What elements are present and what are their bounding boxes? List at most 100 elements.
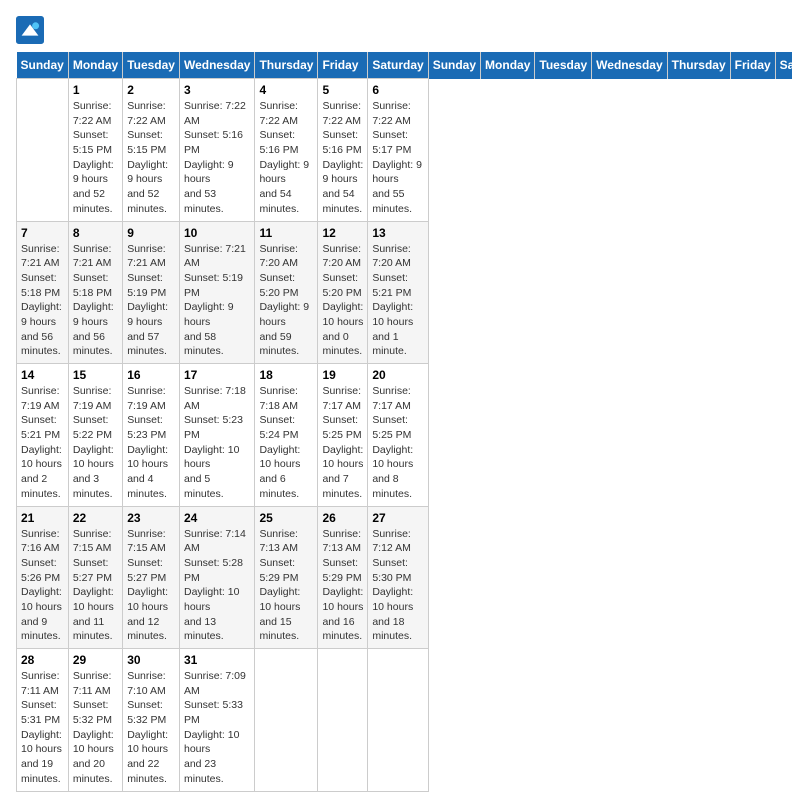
day-number: 12 <box>322 226 363 240</box>
day-info: Sunrise: 7:18 AMSunset: 5:23 PMDaylight:… <box>184 384 250 502</box>
calendar-cell: 21 Sunrise: 7:16 AMSunset: 5:26 PMDayligh… <box>17 506 69 649</box>
calendar-day-header: Monday <box>68 52 122 79</box>
day-info: Sunrise: 7:22 AMSunset: 5:16 PMDaylight:… <box>259 99 313 217</box>
calendar-cell: 9Sunrise: 7:21 AMSunset: 5:19 PMDaylight… <box>123 221 180 364</box>
logo-icon <box>16 16 44 44</box>
day-info: Sunrise: 7:09 AMSunset: 5:33 PMDaylight:… <box>184 669 250 787</box>
day-info: Sunrise: 7:13 AMSunset: 5:29 PMDaylight:… <box>259 527 313 645</box>
day-number: 11 <box>259 226 313 240</box>
day-number: 28 <box>21 653 64 667</box>
calendar-day-header: Monday <box>481 52 535 79</box>
calendar-cell: 29 Sunrise: 7:11 AMSunset: 5:32 PMDayligh… <box>68 649 122 792</box>
day-info: Sunrise: 7:16 AMSunset: 5:26 PMDaylight:… <box>21 527 64 645</box>
day-info: Sunrise: 7:19 AMSunset: 5:22 PMDaylight:… <box>73 384 118 502</box>
day-number: 18 <box>259 368 313 382</box>
calendar-day-header: Thursday <box>255 52 318 79</box>
calendar-cell: 7 Sunrise: 7:21 AMSunset: 5:18 PMDaylight… <box>17 221 69 364</box>
day-number: 31 <box>184 653 250 667</box>
calendar-day-header: Sunday <box>17 52 69 79</box>
day-info: Sunrise: 7:13 AMSunset: 5:29 PMDaylight:… <box>322 527 363 645</box>
calendar-cell: 27 Sunrise: 7:12 AMSunset: 5:30 PMDayligh… <box>368 506 428 649</box>
day-info: Sunrise: 7:22 AMSunset: 5:16 PMDaylight:… <box>184 99 250 217</box>
day-number: 16 <box>127 368 175 382</box>
day-number: 21 <box>21 511 64 525</box>
calendar-cell: 15Sunrise: 7:19 AMSunset: 5:22 PMDayligh… <box>68 364 122 507</box>
calendar-week-row: 7 Sunrise: 7:21 AMSunset: 5:18 PMDaylight… <box>17 221 792 364</box>
day-info: Sunrise: 7:17 AMSunset: 5:25 PMDaylight:… <box>372 384 423 502</box>
day-number: 30 <box>127 653 175 667</box>
calendar-table: SundayMondayTuesdayWednesdayThursdayFrid… <box>16 52 792 792</box>
calendar-week-row: 1Sunrise: 7:22 AMSunset: 5:15 PMDaylight… <box>17 79 792 222</box>
calendar-cell <box>17 79 69 222</box>
day-number: 6 <box>372 83 423 97</box>
calendar-cell: 13 Sunrise: 7:20 AMSunset: 5:21 PMDayligh… <box>368 221 428 364</box>
calendar-cell: 20 Sunrise: 7:17 AMSunset: 5:25 PMDayligh… <box>368 364 428 507</box>
calendar-cell: 24 Sunrise: 7:14 AMSunset: 5:28 PMDayligh… <box>179 506 254 649</box>
calendar-cell: 26 Sunrise: 7:13 AMSunset: 5:29 PMDayligh… <box>318 506 368 649</box>
day-info: Sunrise: 7:21 AMSunset: 5:18 PMDaylight:… <box>73 242 118 360</box>
day-info: Sunrise: 7:22 AMSunset: 5:17 PMDaylight:… <box>372 99 423 217</box>
calendar-cell <box>368 649 428 792</box>
day-number: 14 <box>21 368 64 382</box>
day-number: 3 <box>184 83 250 97</box>
calendar-week-row: 21 Sunrise: 7:16 AMSunset: 5:26 PMDayligh… <box>17 506 792 649</box>
day-number: 13 <box>372 226 423 240</box>
day-number: 25 <box>259 511 313 525</box>
calendar-cell: 23Sunrise: 7:15 AMSunset: 5:27 PMDayligh… <box>123 506 180 649</box>
calendar-cell: 28 Sunrise: 7:11 AMSunset: 5:31 PMDayligh… <box>17 649 69 792</box>
calendar-cell: 19Sunrise: 7:17 AMSunset: 5:25 PMDayligh… <box>318 364 368 507</box>
calendar-cell: 4Sunrise: 7:22 AMSunset: 5:16 PMDaylight… <box>255 79 318 222</box>
calendar-cell: 14 Sunrise: 7:19 AMSunset: 5:21 PMDayligh… <box>17 364 69 507</box>
day-number: 23 <box>127 511 175 525</box>
day-info: Sunrise: 7:12 AMSunset: 5:30 PMDaylight:… <box>372 527 423 645</box>
day-info: Sunrise: 7:21 AMSunset: 5:19 PMDaylight:… <box>127 242 175 360</box>
day-number: 7 <box>21 226 64 240</box>
day-info: Sunrise: 7:22 AMSunset: 5:15 PMDaylight:… <box>127 99 175 217</box>
day-number: 26 <box>322 511 363 525</box>
calendar-cell: 2Sunrise: 7:22 AMSunset: 5:15 PMDaylight… <box>123 79 180 222</box>
calendar-cell: 16 Sunrise: 7:19 AMSunset: 5:23 PMDayligh… <box>123 364 180 507</box>
day-number: 29 <box>73 653 118 667</box>
day-info: Sunrise: 7:20 AMSunset: 5:20 PMDaylight:… <box>322 242 363 360</box>
calendar-cell: 30 Sunrise: 7:10 AMSunset: 5:32 PMDayligh… <box>123 649 180 792</box>
day-number: 20 <box>372 368 423 382</box>
day-info: Sunrise: 7:19 AMSunset: 5:23 PMDaylight:… <box>127 384 175 502</box>
day-info: Sunrise: 7:18 AMSunset: 5:24 PMDaylight:… <box>259 384 313 502</box>
calendar-cell: 25 Sunrise: 7:13 AMSunset: 5:29 PMDayligh… <box>255 506 318 649</box>
calendar-cell: 31 Sunrise: 7:09 AMSunset: 5:33 PMDayligh… <box>179 649 254 792</box>
day-info: Sunrise: 7:11 AMSunset: 5:32 PMDaylight:… <box>73 669 118 787</box>
calendar-day-header: Thursday <box>667 52 730 79</box>
day-info: Sunrise: 7:17 AMSunset: 5:25 PMDaylight:… <box>322 384 363 502</box>
calendar-cell <box>318 649 368 792</box>
day-number: 22 <box>73 511 118 525</box>
day-number: 10 <box>184 226 250 240</box>
calendar-cell: 5Sunrise: 7:22 AMSunset: 5:16 PMDaylight… <box>318 79 368 222</box>
calendar-cell: 3 Sunrise: 7:22 AMSunset: 5:16 PMDaylight… <box>179 79 254 222</box>
calendar-cell: 12 Sunrise: 7:20 AMSunset: 5:20 PMDayligh… <box>318 221 368 364</box>
calendar-day-header: Tuesday <box>535 52 592 79</box>
calendar-cell: 18 Sunrise: 7:18 AMSunset: 5:24 PMDayligh… <box>255 364 318 507</box>
logo <box>16 16 48 44</box>
calendar-cell: 8 Sunrise: 7:21 AMSunset: 5:18 PMDaylight… <box>68 221 122 364</box>
day-info: Sunrise: 7:10 AMSunset: 5:32 PMDaylight:… <box>127 669 175 787</box>
day-info: Sunrise: 7:21 AMSunset: 5:18 PMDaylight:… <box>21 242 64 360</box>
calendar-day-header: Wednesday <box>179 52 254 79</box>
calendar-day-header: Friday <box>318 52 368 79</box>
day-number: 27 <box>372 511 423 525</box>
calendar-cell: 1Sunrise: 7:22 AMSunset: 5:15 PMDaylight… <box>68 79 122 222</box>
calendar-day-header: Tuesday <box>123 52 180 79</box>
calendar-header-row: SundayMondayTuesdayWednesdayThursdayFrid… <box>17 52 792 79</box>
day-info: Sunrise: 7:20 AMSunset: 5:21 PMDaylight:… <box>372 242 423 360</box>
day-number: 5 <box>322 83 363 97</box>
day-info: Sunrise: 7:19 AMSunset: 5:21 PMDaylight:… <box>21 384 64 502</box>
day-number: 8 <box>73 226 118 240</box>
day-number: 24 <box>184 511 250 525</box>
calendar-day-header: Wednesday <box>592 52 667 79</box>
calendar-day-header: Friday <box>730 52 775 79</box>
calendar-week-row: 14 Sunrise: 7:19 AMSunset: 5:21 PMDayligh… <box>17 364 792 507</box>
calendar-cell: 17Sunrise: 7:18 AMSunset: 5:23 PMDayligh… <box>179 364 254 507</box>
day-info: Sunrise: 7:11 AMSunset: 5:31 PMDaylight:… <box>21 669 64 787</box>
day-info: Sunrise: 7:20 AMSunset: 5:20 PMDaylight:… <box>259 242 313 360</box>
day-info: Sunrise: 7:14 AMSunset: 5:28 PMDaylight:… <box>184 527 250 645</box>
page-header <box>16 16 776 44</box>
